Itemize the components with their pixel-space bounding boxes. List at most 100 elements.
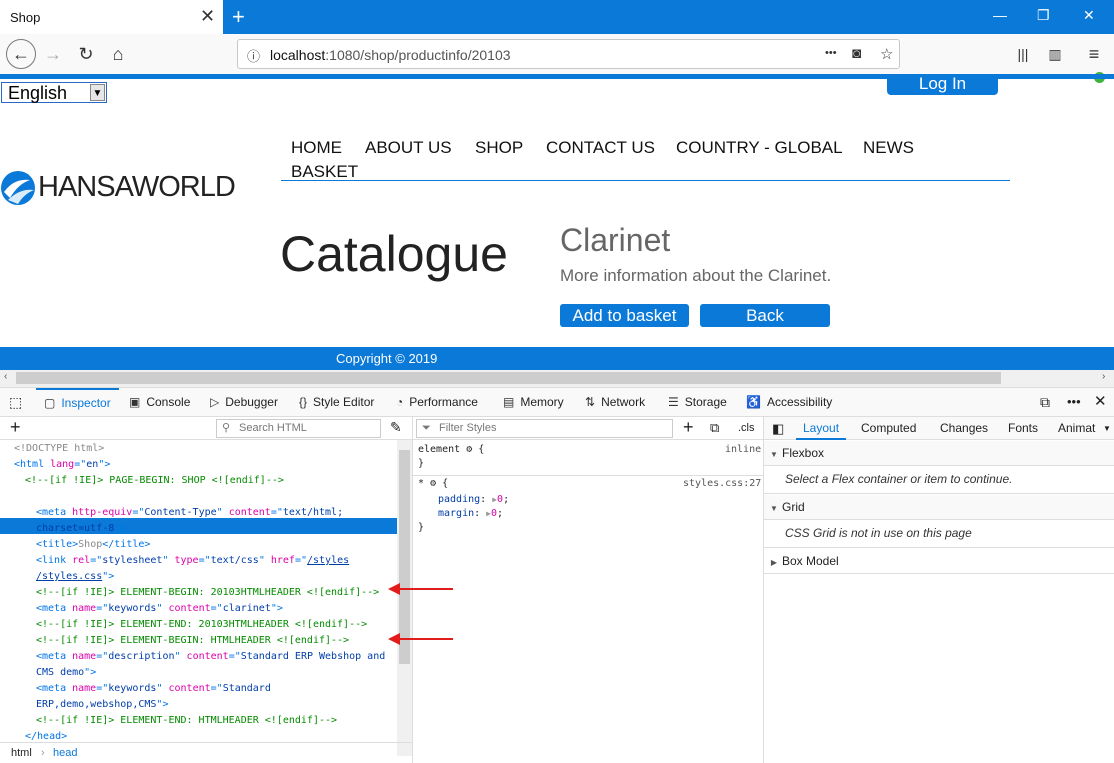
tab-inspector[interactable]: ▢ Inspector [36, 388, 119, 416]
page-actions-icon[interactable]: ••• [825, 47, 837, 59]
tab-debugger[interactable]: ▷ Debugger [210, 388, 278, 416]
forward-arrow-icon[interactable]: → [40, 42, 66, 68]
url-text[interactable]: localhost:1080/shop/productinfo/20103 [270, 47, 511, 63]
tab-accessibility[interactable]: ♿ Accessibility [746, 388, 832, 416]
add-node-icon[interactable]: + [10, 417, 21, 438]
tab-animations[interactable]: Animat [1058, 417, 1095, 440]
menu-item-contact-us[interactable]: CONTACT US [546, 138, 655, 158]
performance-icon: ◔ [396, 395, 404, 409]
login-button[interactable]: Log In [887, 74, 998, 95]
breadcrumb-html[interactable]: html [11, 743, 32, 763]
annotation-arrow-icon [388, 633, 453, 645]
rule-source-link[interactable]: styles.css:27 [683, 477, 761, 491]
more-tabs-icon[interactable]: ▼ [1103, 417, 1111, 440]
box-model-section-header[interactable]: ▶ Box Model [764, 549, 1114, 574]
tab-layout[interactable]: Layout [796, 417, 847, 440]
element-picker-icon[interactable]: ⬚ [9, 388, 22, 416]
menu-item-country[interactable]: COUNTRY - GLOBAL [676, 138, 843, 158]
new-tab-button[interactable]: + [232, 4, 245, 30]
maximize-button[interactable]: ❐ [1037, 7, 1050, 24]
scroll-right-icon[interactable]: › [1102, 371, 1105, 382]
grid-section-header[interactable]: ▼ Grid [764, 495, 1114, 520]
html-node-line[interactable]: <!DOCTYPE html> [14, 442, 104, 456]
html-node-line[interactable]: ERP,demo,webshop,CMS"> [36, 698, 168, 712]
chevron-down-icon: ▼ [770, 504, 778, 513]
tab-changes[interactable]: Changes [940, 417, 988, 440]
html-node-line[interactable]: <html lang="en"> [14, 458, 110, 472]
menu-icon[interactable]: ≡ [1081, 42, 1107, 68]
tab-console[interactable]: ▣ Console [129, 388, 190, 416]
html-node-line[interactable]: /styles.css"> [36, 570, 114, 584]
rule-divider [413, 475, 764, 476]
markup-scrollbar[interactable] [397, 440, 412, 756]
url-bar[interactable]: ⓘ localhost:1080/shop/productinfo/20103 … [237, 39, 900, 69]
html-node-line[interactable]: <!--[if !IE]> ELEMENT-END: HTMLHEADER <!… [36, 714, 337, 728]
html-node-line[interactable]: <!--[if !IE]> ELEMENT-BEGIN: 20103HTMLHE… [36, 586, 379, 600]
language-select[interactable]: English ▼ [1, 82, 107, 103]
back-button[interactable]: Back [700, 304, 830, 327]
pocket-icon[interactable]: ◙ [852, 45, 861, 62]
tab-storage[interactable]: ☰ Storage [668, 388, 727, 416]
html-node-line[interactable]: <meta name="keywords" content="clarinet"… [36, 602, 283, 616]
html-node-line[interactable]: <meta name="keywords" content="Standard [36, 682, 271, 696]
browser-tab[interactable]: Shop ✕ [0, 0, 223, 34]
tab-fonts[interactable]: Fonts [1008, 417, 1038, 440]
menu-item-basket[interactable]: BASKET [291, 162, 358, 182]
rule-selector[interactable]: * [418, 478, 424, 489]
devtools-close-icon[interactable]: ✕ [1094, 388, 1107, 416]
info-icon[interactable]: ⓘ [247, 46, 260, 65]
declaration-margin[interactable]: margin: ▶0; [438, 507, 503, 521]
html-node-line[interactable]: CMS demo"> [36, 666, 96, 680]
breadcrumb-head[interactable]: head [53, 743, 77, 763]
hansaworld-logo[interactable]: HANSAWORLD [0, 170, 260, 208]
expand-triangle-icon[interactable]: ▼ [12, 490, 17, 504]
sidebar-icon[interactable]: ▥ [1042, 42, 1068, 68]
flexbox-section-header[interactable]: ▼ Flexbox [764, 441, 1114, 466]
html-node-line[interactable]: <title>Shop</title> [36, 538, 150, 552]
devtools-panel: ⬚ ▢ Inspector ▣ Console ▷ Debugger {} Style … [0, 387, 1114, 763]
library-icon[interactable]: ||| [1010, 42, 1036, 68]
reload-icon[interactable]: ↻ [73, 42, 99, 68]
annotation-arrow-icon [388, 583, 453, 595]
more-options-icon[interactable]: ••• [1067, 388, 1081, 416]
menu-item-shop[interactable]: SHOP [475, 138, 523, 158]
dock-icon[interactable]: ⧉ [1040, 388, 1050, 416]
declaration-padding[interactable]: padding: ▶0; [438, 493, 509, 507]
html-node-line[interactable]: <head> ▼ [12, 490, 61, 504]
html-node-line[interactable]: charset=utf-8"> [36, 522, 126, 536]
tab-performance[interactable]: ◔ Performance [396, 388, 478, 416]
html-node-line[interactable]: <!--[if !IE]> ELEMENT-BEGIN: HTMLHEADER … [36, 634, 349, 648]
eyedropper-icon[interactable]: ✎ [390, 419, 402, 436]
window-close-button[interactable]: ✕ [1083, 7, 1095, 24]
html-node-line[interactable]: <!--[if !IE]> PAGE-BEGIN: SHOP <![endif]… [25, 474, 284, 488]
flexbox-note: Select a Flex container or item to conti… [785, 472, 1013, 486]
tab-computed[interactable]: Computed [861, 417, 916, 440]
tab-network[interactable]: ⇅ Network [585, 388, 645, 416]
bookmark-star-icon[interactable]: ☆ [880, 45, 893, 63]
tab-close-icon[interactable]: ✕ [200, 6, 215, 27]
add-to-basket-button[interactable]: Add to basket [560, 304, 689, 327]
filter-styles-input[interactable]: ⏷ Filter Styles [416, 419, 673, 438]
horizontal-scrollbar[interactable]: ‹ › [0, 370, 1114, 387]
html-node-line[interactable]: <link rel="stylesheet" type="text/css" h… [36, 554, 349, 568]
cls-toggle[interactable]: .cls [738, 422, 755, 434]
toggle-sidebar-icon[interactable]: ◧ [772, 417, 784, 440]
menu-item-about-us[interactable]: ABOUT US [365, 138, 452, 158]
menu-item-home[interactable]: HOME [291, 138, 342, 158]
html-node-line[interactable]: <!--[if !IE]> ELEMENT-END: 20103HTMLHEAD… [36, 618, 367, 632]
menu-item-news[interactable]: NEWS [863, 138, 914, 158]
tab-style-editor[interactable]: {} Style Editor [299, 388, 374, 416]
back-arrow-icon[interactable]: ← [6, 39, 36, 69]
print-simulation-icon[interactable]: ⧉ [710, 420, 719, 436]
minimize-button[interactable]: — [993, 7, 1007, 23]
html-node-line[interactable]: <meta name="description" content="Standa… [36, 650, 385, 664]
scroll-left-icon[interactable]: ‹ [4, 371, 7, 382]
add-rule-icon[interactable]: + [683, 417, 694, 438]
html-node-line[interactable]: <meta http-equiv="Content-Type" content=… [36, 506, 343, 520]
home-icon[interactable]: ⌂ [105, 42, 131, 68]
rule-selector[interactable]: element [418, 444, 460, 455]
scrollbar-thumb[interactable] [16, 372, 1001, 384]
search-html-input[interactable]: ⚲ Search HTML [216, 419, 381, 438]
markup-scrollbar-thumb[interactable] [399, 450, 410, 664]
tab-memory[interactable]: ▤ Memory [503, 388, 564, 416]
